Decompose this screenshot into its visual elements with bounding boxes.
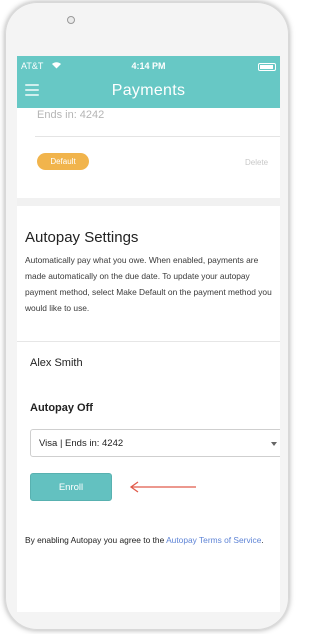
card-divider xyxy=(35,136,280,137)
terms-of-service-link[interactable]: Autopay Terms of Service xyxy=(166,535,261,545)
card-ends-label: Ends in: 4242 xyxy=(37,109,105,121)
autopay-settings-heading: Autopay Settings xyxy=(25,229,139,246)
status-time: 4:14 PM xyxy=(131,61,166,71)
page-title: Payments xyxy=(111,82,186,99)
divider xyxy=(17,341,280,342)
default-badge: Default xyxy=(37,153,89,170)
camera-icon xyxy=(67,16,75,24)
autopay-status: Autopay Off xyxy=(30,402,93,414)
delete-card-link[interactable]: Delete xyxy=(245,158,268,167)
payment-method-select[interactable]: Visa | Ends in: 4242 xyxy=(30,429,280,457)
enroll-button[interactable]: Enroll xyxy=(30,473,112,501)
terms-text: By enabling Autopay you agree to the Aut… xyxy=(25,531,279,549)
arrow-annotation-icon xyxy=(129,481,196,493)
customer-name: Alex Smith xyxy=(30,357,83,369)
app-header: AT&T 4:14 PM Payments xyxy=(17,56,280,108)
app-screen: AT&T 4:14 PM Payments Ends in: 4242 Defa… xyxy=(17,56,280,612)
status-bar: AT&T 4:14 PM xyxy=(17,60,280,76)
autopay-description: Automatically pay what you owe. When ena… xyxy=(25,255,272,313)
terms-suffix: . xyxy=(261,535,264,545)
battery-icon xyxy=(258,63,276,71)
phone-frame: AT&T 4:14 PM Payments Ends in: 4242 Defa… xyxy=(5,2,289,630)
terms-prefix: By enabling Autopay you agree to the xyxy=(25,535,167,545)
payment-method-value: Visa | Ends in: 4242 xyxy=(39,438,124,449)
chevron-down-icon xyxy=(271,442,277,446)
section-separator xyxy=(17,198,280,206)
